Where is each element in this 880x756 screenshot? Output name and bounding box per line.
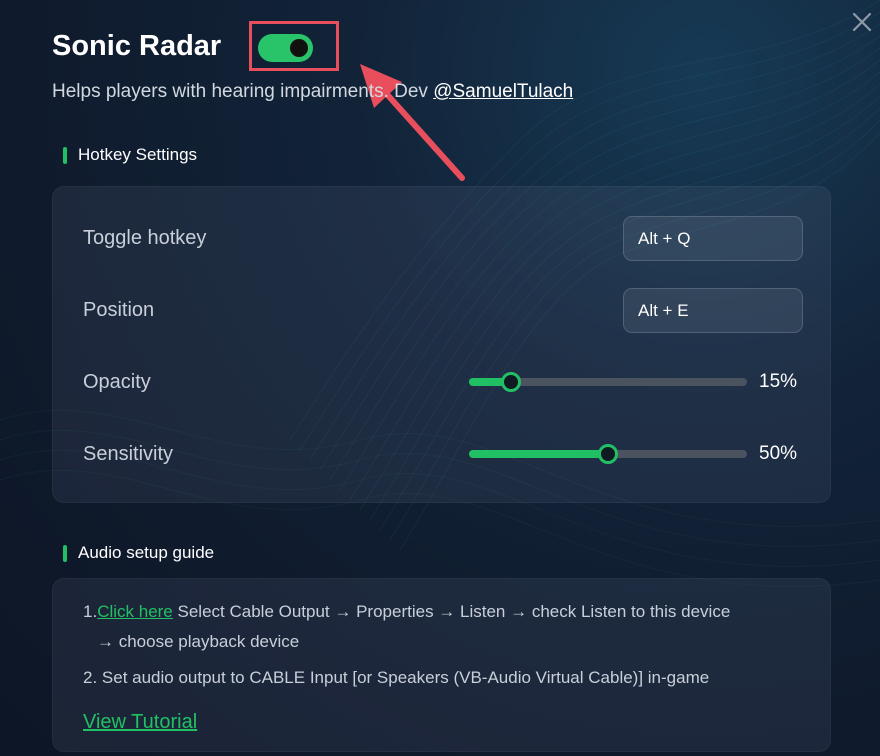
dev-link[interactable]: @SamuelTulach bbox=[433, 81, 573, 102]
sensitivity-slider[interactable] bbox=[469, 444, 747, 464]
step-1-number: 1. bbox=[83, 602, 98, 621]
guide-step-1-continued: → choose playback device bbox=[97, 632, 300, 651]
hotkey-settings-card: Toggle hotkey Alt + Q Position Alt + E O… bbox=[52, 186, 831, 503]
subtitle-text: Helps players with hearing impairments. … bbox=[52, 81, 434, 102]
section-accent-bar bbox=[63, 544, 67, 562]
audio-guide-label: Audio setup guide bbox=[78, 543, 215, 562]
sensitivity-label: Sensitivity bbox=[83, 443, 174, 465]
opacity-slider[interactable] bbox=[469, 372, 747, 392]
position-hotkey-input[interactable]: Alt + E bbox=[623, 288, 803, 333]
position-hotkey-label: Position bbox=[83, 299, 155, 321]
annotation-highlight-box bbox=[249, 21, 339, 71]
view-tutorial-link[interactable]: View Tutorial bbox=[83, 711, 197, 734]
app-title: Sonic Radar bbox=[52, 30, 222, 62]
guide-step-2: 2. Set audio output to CABLE Input [or S… bbox=[83, 668, 710, 687]
step-1-text: Select Cable Output → Properties → Liste… bbox=[172, 602, 731, 621]
section-accent-bar bbox=[63, 146, 67, 164]
sensitivity-value: 50% bbox=[759, 443, 798, 464]
opacity-label: Opacity bbox=[83, 371, 151, 393]
opacity-slider-thumb[interactable] bbox=[500, 372, 521, 392]
guide-step-1: 1.Click here Select Cable Output → Prope… bbox=[83, 602, 730, 622]
arrow-icon bbox=[360, 64, 465, 181]
hotkey-settings-label: Hotkey Settings bbox=[78, 145, 198, 164]
subtitle: Helps players with hearing impairments. … bbox=[52, 81, 573, 103]
hotkey-settings-heading: Hotkey Settings bbox=[63, 145, 197, 165]
toggle-hotkey-label: Toggle hotkey bbox=[83, 227, 207, 249]
click-here-link[interactable]: Click here bbox=[97, 602, 173, 621]
audio-guide-heading: Audio setup guide bbox=[63, 543, 214, 563]
close-button[interactable] bbox=[848, 8, 876, 36]
close-icon bbox=[852, 12, 872, 32]
audio-guide-card: 1.Click here Select Cable Output → Prope… bbox=[52, 578, 831, 752]
sensitivity-slider-fill bbox=[469, 450, 608, 458]
sensitivity-slider-thumb[interactable] bbox=[598, 444, 618, 464]
opacity-value: 15% bbox=[759, 371, 798, 392]
toggle-hotkey-input[interactable]: Alt + Q bbox=[623, 216, 803, 261]
